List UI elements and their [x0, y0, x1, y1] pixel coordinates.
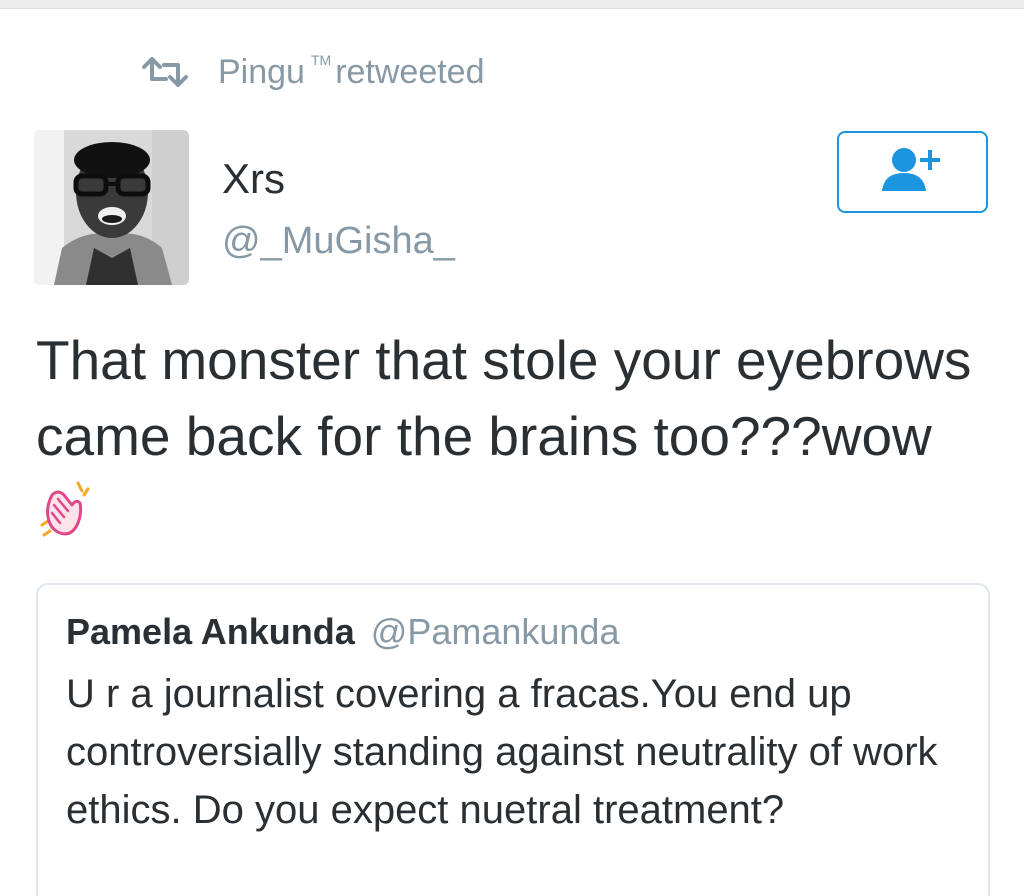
quoted-user-name[interactable]: Pamela Ankunda: [66, 611, 355, 652]
tweet-text: That monster that stole your eyebrows ca…: [36, 322, 976, 550]
user-avatar[interactable]: [34, 130, 189, 285]
user-handle[interactable]: @_MuGisha_: [222, 216, 455, 266]
follow-user-plus-icon: [878, 145, 948, 200]
tweet-body: That monster that stole your eyebrows ca…: [36, 329, 972, 467]
top-divider: [0, 0, 1024, 9]
quoted-tweet-header: Pamela Ankunda @Pamankunda: [66, 607, 619, 657]
retweet-context[interactable]: Pingu TM retweeted: [140, 50, 485, 94]
user-display-name[interactable]: Xrs: [222, 152, 285, 206]
trademark-mark: TM: [310, 52, 332, 68]
clapping-hands-emoji: [36, 479, 94, 541]
retweet-icon: [140, 54, 190, 90]
retweet-action-label: retweeted: [335, 52, 485, 91]
tweet-page: Pingu TM retweeted Xrs @_MuGisha_ That m…: [0, 0, 1024, 896]
follow-button[interactable]: [837, 131, 988, 213]
quoted-tweet-card[interactable]: Pamela Ankunda @Pamankunda U r a journal…: [36, 583, 990, 896]
quoted-user-handle[interactable]: @Pamankunda: [371, 611, 620, 652]
retweeter-name[interactable]: Pingu: [218, 53, 305, 92]
quoted-tweet-text: U r a journalist covering a fracas.You e…: [66, 672, 938, 832]
